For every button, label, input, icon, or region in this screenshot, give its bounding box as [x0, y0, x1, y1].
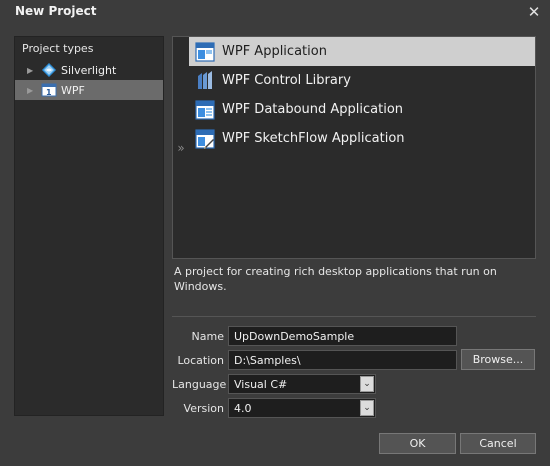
language-value: Visual C# — [234, 378, 288, 391]
chevron-down-icon[interactable]: ⌄ — [360, 400, 374, 416]
wpf-icon: 1 — [41, 82, 57, 98]
template-wpf-control-library[interactable]: WPF Control Library — [189, 66, 535, 95]
version-label: Version — [183, 402, 224, 415]
name-field[interactable]: UpDownDemoSample — [228, 326, 457, 346]
template-wpf-databound-application[interactable]: WPF Databound Application — [189, 95, 535, 124]
title-bar: New Project ✕ — [0, 0, 550, 24]
location-field[interactable]: D:\Samples\ — [228, 350, 457, 370]
browse-button[interactable]: Browse... — [461, 349, 535, 370]
close-icon[interactable]: ✕ — [524, 2, 544, 22]
expand-arrow-icon[interactable]: ▶ — [27, 66, 37, 75]
template-description: A project for creating rich desktop appl… — [174, 265, 497, 293]
location-label: Location — [177, 354, 224, 367]
silverlight-icon — [41, 62, 57, 78]
control-library-icon — [194, 70, 216, 92]
divider — [172, 316, 536, 317]
expand-arrow-icon[interactable]: ▶ — [27, 86, 37, 95]
template-wpf-application[interactable]: WPF Application — [189, 37, 535, 66]
svg-text:1: 1 — [46, 88, 52, 97]
templates-panel: » WPF Application WPF Control Library WP… — [172, 36, 536, 259]
sketchflow-application-icon — [194, 128, 216, 150]
version-value: 4.0 — [234, 402, 252, 415]
template-label: WPF Databound Application — [222, 102, 404, 117]
project-types-header: Project types — [22, 42, 94, 55]
project-types-panel: Project types ▶ Silverlight ▶ 1 WPF — [14, 36, 164, 416]
tree-item-silverlight[interactable]: ▶ Silverlight — [15, 60, 163, 80]
template-wpf-sketchflow-application[interactable]: WPF SketchFlow Application — [189, 124, 535, 153]
template-label: WPF Control Library — [222, 73, 351, 88]
databound-application-icon — [194, 99, 216, 121]
window-title: New Project — [15, 4, 97, 18]
tree-item-label: WPF — [61, 83, 85, 97]
template-label: WPF SketchFlow Application — [222, 131, 405, 146]
tree-item-wpf[interactable]: ▶ 1 WPF — [15, 80, 163, 100]
cancel-button[interactable]: Cancel — [460, 433, 536, 454]
tree-item-label: Silverlight — [61, 63, 117, 77]
ok-button[interactable]: OK — [379, 433, 456, 454]
expander-toggle[interactable]: » — [173, 37, 189, 258]
language-label: Language — [172, 378, 227, 391]
language-select[interactable]: Visual C# ⌄ — [228, 374, 376, 394]
template-list: WPF Application WPF Control Library WPF … — [189, 37, 535, 153]
template-label: WPF Application — [222, 44, 327, 59]
chevron-down-icon[interactable]: ⌄ — [360, 376, 374, 392]
version-select[interactable]: 4.0 ⌄ — [228, 398, 376, 418]
wpf-application-icon — [194, 41, 216, 63]
name-label: Name — [191, 330, 224, 343]
